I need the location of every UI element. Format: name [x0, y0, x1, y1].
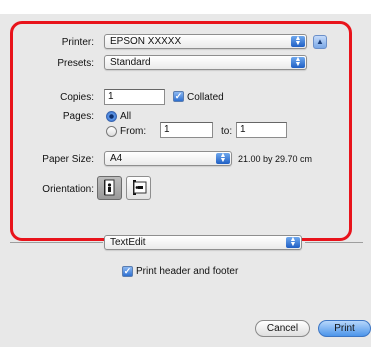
divider-left	[10, 242, 103, 243]
section-value: TextEdit	[110, 237, 146, 248]
divider-right	[305, 242, 363, 243]
section-popup[interactable]: TextEdit ▲ ▼	[104, 235, 302, 250]
cancel-button[interactable]: Cancel	[255, 320, 310, 337]
header-footer-label: Print header and footer	[136, 266, 239, 277]
top-edge	[0, 0, 371, 14]
print-button[interactable]: Print	[318, 320, 371, 337]
header-footer-checkbox[interactable]: ✓	[122, 266, 133, 277]
highlight-frame	[10, 21, 352, 241]
popup-arrows-icon: ▲ ▼	[286, 236, 300, 248]
print-dialog: Printer: EPSON XXXXX ▲ ▼ ▲ Presets: Stand…	[0, 0, 371, 347]
